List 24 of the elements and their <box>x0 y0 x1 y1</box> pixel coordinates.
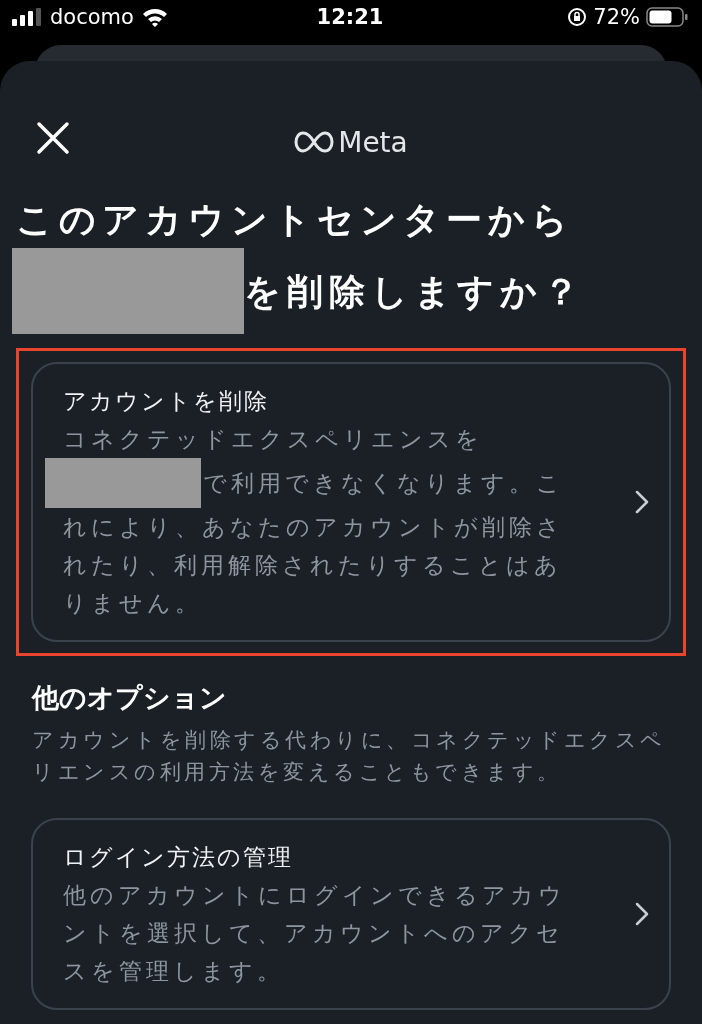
battery-icon <box>646 7 688 28</box>
option-card[interactable]: ログイン方法の管理 他のアカウントにログインできるアカウントを選択して、アカウントへのアクセスを管理します。 <box>31 818 671 1010</box>
option-description: で利用できなくなります。こ <box>203 469 564 498</box>
signal-icon <box>12 8 42 27</box>
chevron-right-icon <box>635 490 649 514</box>
infinity-logo-icon <box>294 131 335 153</box>
option-title: アカウントを削除 <box>63 387 270 416</box>
option-description: れにより、あなたのアカウントが削除されたり、利用解除されたりすることはありません。 <box>63 513 565 618</box>
carrier-name: docomo <box>50 5 134 30</box>
option-description: コネクテッドエクスペリエンスを <box>63 425 484 454</box>
option-description: 他のアカウントにログインできるアカウントを選択して、アカウントへのアクセスを管理します。 <box>63 881 567 986</box>
chevron-right-icon <box>635 902 649 926</box>
logo-text: Meta <box>338 125 408 159</box>
wifi-icon <box>141 7 168 27</box>
close-button[interactable] <box>36 121 70 155</box>
battery-percent: 72% <box>593 5 640 30</box>
section-description: アカウントを削除する代わりに、コネクテッドエクスペリエンスの利用方法を変えることもできます。 <box>32 727 667 786</box>
rotation-lock-icon <box>567 7 588 28</box>
option-title: ログイン方法の管理 <box>63 843 294 872</box>
page-title: このアカウントセンターから <box>16 198 574 242</box>
page-title: を削除しますか？ <box>244 269 585 314</box>
option-card[interactable]: アカウントを削除 コネクテッドエクスペリエンスを で利用できなくなります。こ れにより、あなたのアカウントが削除されたり、利用解除されたりすることはありません。 <box>31 362 671 642</box>
section-heading: 他のオプション <box>32 681 228 715</box>
clock-time: 12:21 <box>316 5 384 30</box>
